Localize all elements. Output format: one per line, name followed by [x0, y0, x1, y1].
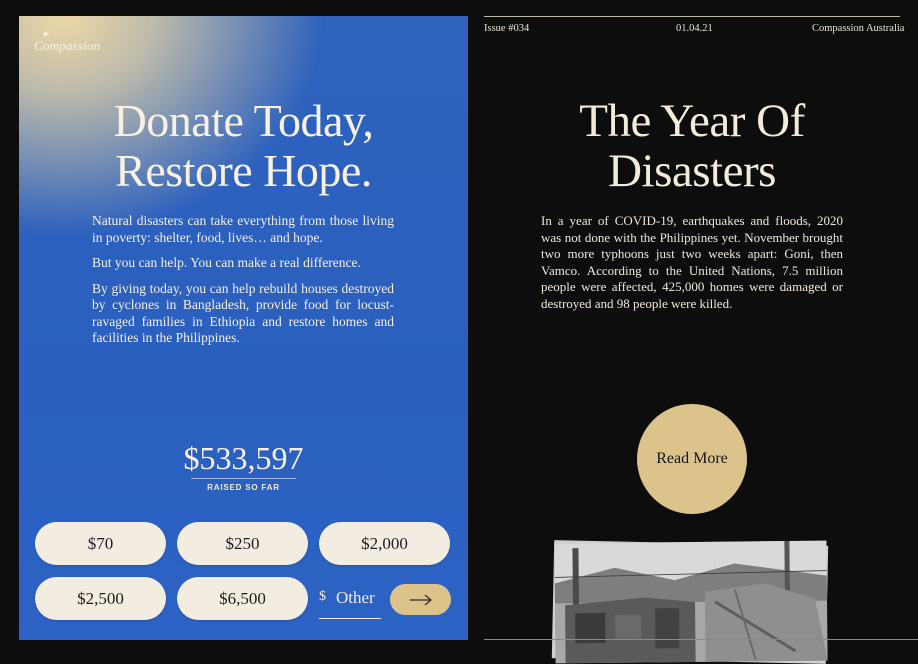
- header-divider: [484, 16, 900, 17]
- footer-divider: [484, 639, 918, 640]
- logo-figure-icon: ✦: [40, 29, 50, 41]
- damaged-house-illustration: [554, 540, 828, 664]
- raised-divider: [191, 478, 296, 479]
- amount-button-250[interactable]: $250: [177, 522, 308, 565]
- other-amount-input[interactable]: Other: [336, 588, 375, 608]
- headline-line-2: Restore Hope.: [115, 145, 372, 196]
- arrow-right-icon: [409, 594, 432, 605]
- publisher-name: Compassion Australia: [812, 23, 905, 34]
- donate-paragraph: By giving today, you can help rebuild ho…: [92, 280, 394, 346]
- article-title: The Year Of Disasters: [484, 96, 900, 196]
- donation-panel: ✦ Compassion Donate Today, Restore Hope.…: [19, 16, 468, 640]
- donate-paragraph: But you can help. You can make a real di…: [92, 255, 361, 270]
- headline-line-1: Donate Today,: [113, 95, 374, 146]
- compassion-logo[interactable]: ✦ Compassion: [34, 29, 100, 54]
- donate-submit-button[interactable]: [390, 584, 451, 615]
- donate-body: Natural disasters can take everything fr…: [92, 213, 394, 356]
- currency-symbol: $: [319, 589, 326, 604]
- title-line-2: Disasters: [608, 145, 776, 197]
- amount-button-2000[interactable]: $2,000: [319, 522, 450, 565]
- title-line-1: The Year Of: [579, 95, 805, 147]
- read-more-button[interactable]: Read More: [637, 404, 747, 514]
- photo-image: [554, 540, 828, 664]
- donate-paragraph: Natural disasters can take everything fr…: [92, 213, 394, 245]
- amount-button-6500[interactable]: $6,500: [177, 577, 308, 620]
- raised-label: RAISED SO FAR: [207, 483, 280, 492]
- issue-number: Issue #034: [484, 23, 530, 34]
- other-amount-field[interactable]: $ Other: [319, 582, 381, 619]
- issue-date: 01.04.21: [676, 23, 713, 34]
- donate-headline: Donate Today, Restore Hope.: [19, 96, 468, 196]
- raised-amount: $533,597: [183, 440, 304, 476]
- amount-button-2500[interactable]: $2,500: [35, 577, 166, 620]
- disaster-photo: [551, 540, 831, 664]
- amount-button-70[interactable]: $70: [35, 522, 166, 565]
- article-body: In a year of COVID-19, earthquakes and f…: [541, 213, 843, 311]
